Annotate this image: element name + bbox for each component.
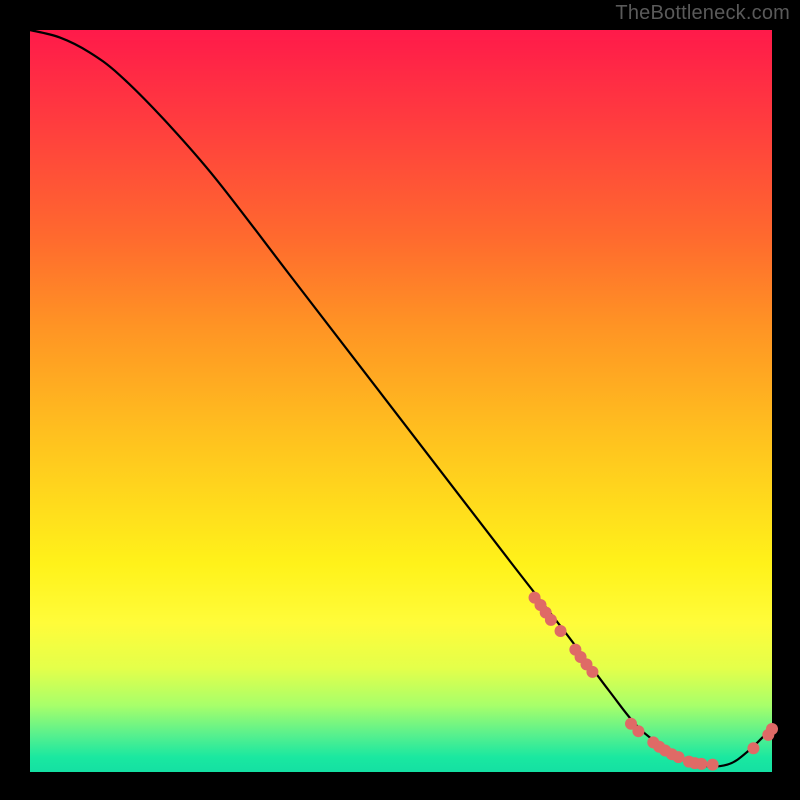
data-marker [766,723,778,735]
chart-svg [30,30,772,772]
marker-group [529,592,778,771]
bottleneck-curve [30,30,772,766]
data-marker [673,751,685,763]
data-marker [696,758,708,770]
plot-area [30,30,772,772]
chart-frame: TheBottleneck.com [0,0,800,800]
data-marker [555,625,567,637]
data-marker [545,614,557,626]
data-marker [707,759,719,771]
data-marker [586,666,598,678]
data-marker [632,725,644,737]
data-marker [747,742,759,754]
watermark-text: TheBottleneck.com [615,2,790,25]
